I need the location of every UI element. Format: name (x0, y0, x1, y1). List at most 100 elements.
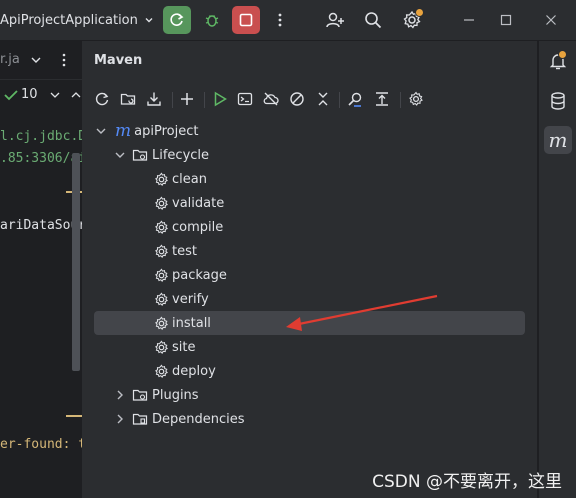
gear-icon (154, 340, 169, 355)
bug-icon (203, 11, 221, 29)
chevron-down-icon[interactable] (114, 149, 126, 161)
toolbar-separator (204, 92, 205, 108)
goal-label: install (172, 315, 211, 331)
add-maven-project-button[interactable] (176, 88, 198, 110)
goal-label: site (172, 339, 196, 355)
lifecycle-goal-test[interactable]: test (94, 239, 525, 263)
gear-icon (154, 172, 169, 187)
goal-label: verify (172, 291, 209, 307)
minimize-window-button[interactable] (455, 6, 483, 34)
download-sources-button[interactable] (143, 88, 165, 110)
refresh-icon (94, 91, 110, 107)
run-config-selector[interactable]: ApiProjectApplication (0, 10, 154, 30)
generate-sources-button[interactable] (117, 88, 139, 110)
dependencies-label: Dependencies (152, 411, 245, 427)
gear-icon (154, 316, 169, 331)
tree-node-plugins[interactable]: Plugins (94, 383, 525, 407)
notification-badge (558, 50, 567, 59)
run-icon (212, 91, 228, 107)
maximize-window-button[interactable] (492, 6, 520, 34)
more-actions-button[interactable] (266, 6, 294, 34)
maven-settings-button[interactable] (405, 88, 427, 110)
stop-button[interactable] (232, 6, 260, 34)
gear-icon (154, 220, 169, 235)
maven-panel-title: Maven (94, 53, 143, 68)
tree-node-project[interactable]: m apiProject (94, 119, 525, 143)
gear-icon (408, 91, 424, 107)
lifecycle-goal-deploy[interactable]: deploy (94, 359, 525, 383)
update-badge (415, 8, 424, 17)
maven-icon: m (548, 128, 568, 152)
expand-to-top-icon (374, 91, 390, 107)
lifecycle-label: Lifecycle (152, 147, 210, 163)
analyze-dependencies-button[interactable] (344, 88, 366, 110)
lifecycle-goal-compile[interactable]: compile (94, 215, 525, 239)
execute-maven-goal-button[interactable] (234, 88, 256, 110)
chevron-down-icon (49, 89, 61, 101)
chevron-down-icon[interactable] (30, 54, 42, 66)
maven-toolbar (83, 81, 537, 115)
toggle-skip-tests-button[interactable] (286, 88, 308, 110)
check-icon (4, 89, 18, 101)
goal-label: package (172, 267, 227, 283)
maven-tool-window-button[interactable]: m (544, 126, 572, 154)
minimize-icon (463, 14, 475, 26)
close-icon (545, 14, 557, 26)
folder-refresh-icon (120, 91, 136, 107)
code-line: ariDataSour (0, 218, 82, 233)
lifecycle-goal-clean[interactable]: clean (94, 167, 525, 191)
goal-label: validate (172, 195, 225, 211)
run-config-label: ApiProjectApplication (0, 12, 138, 28)
terminal-icon (237, 91, 253, 107)
more-tabs-icon[interactable] (61, 52, 67, 68)
gear-icon (154, 244, 169, 259)
lifecycle-goal-package[interactable]: package (94, 263, 525, 287)
close-window-button[interactable] (537, 6, 565, 34)
add-user-icon (325, 10, 345, 30)
search-everywhere-button[interactable] (359, 6, 387, 34)
show-dependencies-button[interactable] (371, 88, 393, 110)
chevron-right-icon[interactable] (114, 413, 126, 425)
code-line: er-found: t (0, 437, 82, 452)
scroll-marker (66, 415, 82, 417)
right-tool-strip: m (538, 41, 576, 498)
chevron-down-icon[interactable] (95, 125, 107, 137)
settings-button[interactable] (398, 6, 426, 34)
database-icon (548, 91, 568, 111)
gear-icon (154, 268, 169, 283)
editor-scrollbar[interactable] (72, 153, 80, 371)
goal-label: test (172, 243, 197, 259)
rerun-button[interactable] (163, 6, 191, 34)
database-button[interactable] (544, 87, 572, 115)
editor-tab[interactable]: r.ja (0, 52, 20, 67)
skip-tests-icon (289, 91, 305, 107)
debug-button[interactable] (198, 6, 226, 34)
code-line: .85:3306/ai (0, 151, 82, 166)
editor-tab-row: r.ja (0, 41, 82, 80)
lifecycle-goal-validate[interactable]: validate (94, 191, 525, 215)
reload-all-projects-button[interactable] (91, 88, 113, 110)
inspection-count: 10 (21, 87, 38, 102)
editor-area: r.ja 10 l.cj.jdbc.D .85:3306/ai ariDataS… (0, 41, 83, 498)
folder-plugin-icon (132, 387, 148, 403)
kebab-menu-icon (277, 12, 283, 28)
toggle-offline-mode-button[interactable] (260, 88, 282, 110)
code-with-me-button[interactable] (321, 6, 349, 34)
toolbar-separator (339, 92, 340, 108)
tree-node-lifecycle[interactable]: Lifecycle (94, 143, 525, 167)
tree-node-dependencies[interactable]: Dependencies (94, 407, 525, 431)
inspection-widget[interactable]: 10 (4, 87, 82, 102)
watermark: CSDN @不要离开，这里 (372, 472, 562, 492)
notifications-button[interactable] (544, 47, 572, 75)
cloud-off-icon (263, 91, 279, 107)
chevron-up-icon (70, 89, 82, 101)
chevron-right-icon[interactable] (114, 389, 126, 401)
run-maven-build-button[interactable] (209, 88, 231, 110)
maven-project-icon: m (115, 120, 132, 141)
collapse-icon (315, 91, 331, 107)
annotation-arrow (286, 294, 438, 331)
download-icon (146, 91, 162, 107)
lifecycle-goal-site[interactable]: site (94, 335, 525, 359)
collapse-all-button[interactable] (312, 88, 334, 110)
gear-icon (154, 196, 169, 211)
